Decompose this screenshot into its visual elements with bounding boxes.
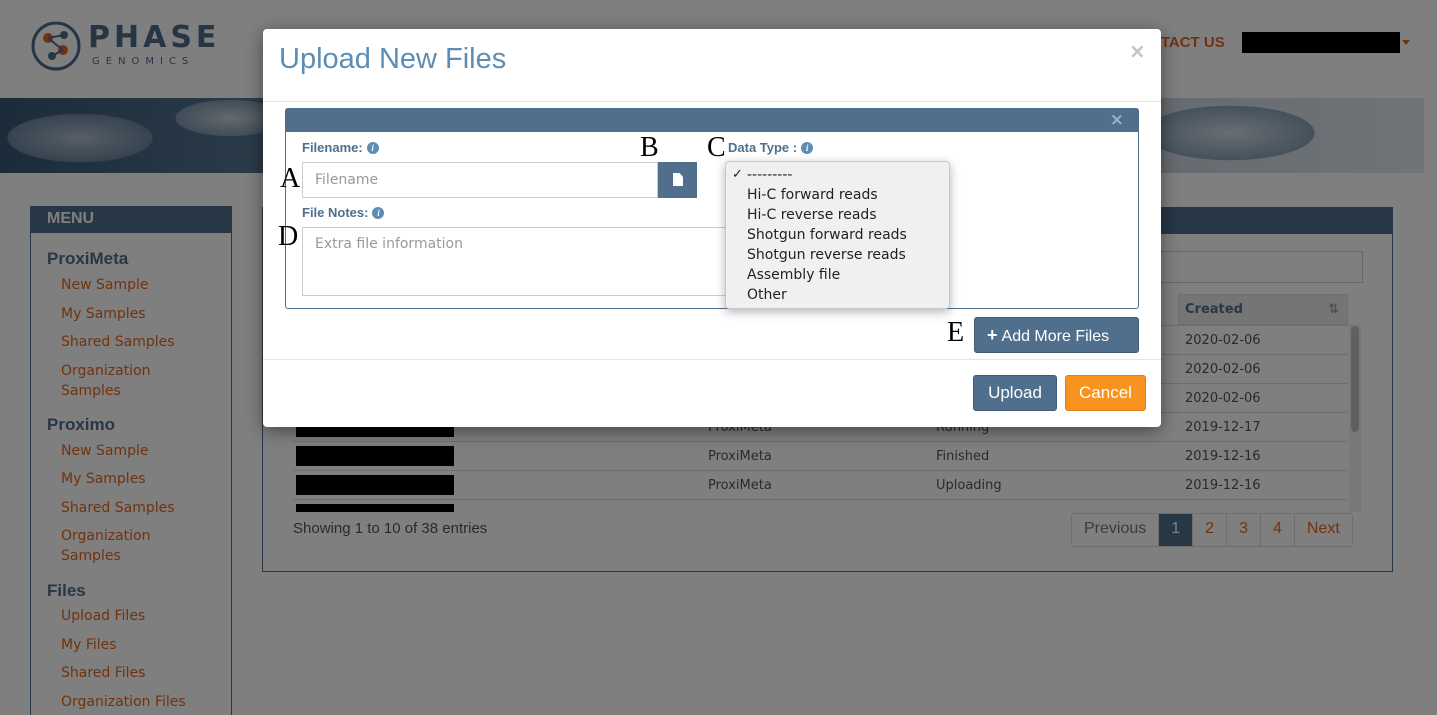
info-icon[interactable]: i xyxy=(366,142,379,154)
file-notes-textarea[interactable] xyxy=(302,227,742,296)
info-icon[interactable]: i xyxy=(801,142,814,154)
datatype-option-none[interactable]: ✓ --------- xyxy=(726,165,949,185)
remove-file-entry-icon[interactable]: × xyxy=(1110,110,1124,130)
annotation-letter-d: D xyxy=(278,221,299,252)
file-entry-header: × xyxy=(286,109,1138,132)
modal-footer-divider xyxy=(263,359,1161,360)
filename-label-text: Filename: xyxy=(302,140,363,155)
cancel-button[interactable]: Cancel xyxy=(1065,375,1146,411)
datatype-label: Data Type :i xyxy=(728,140,814,155)
file-notes-label-text: File Notes: xyxy=(302,205,369,220)
modal-header-divider xyxy=(263,101,1161,102)
annotation-letter-a: A xyxy=(280,163,301,194)
add-more-files-label: Add More Files xyxy=(1001,327,1110,345)
datatype-label-text: Data Type : xyxy=(728,140,798,155)
file-notes-label: File Notes: i xyxy=(302,205,385,220)
filename-input[interactable] xyxy=(302,162,658,198)
upload-files-modal: Upload New Files × × Filename:i Data Typ… xyxy=(263,29,1161,427)
modal-close-icon[interactable]: × xyxy=(1129,39,1146,63)
datatype-option-shotgun-forward[interactable]: Shotgun forward reads xyxy=(726,225,949,245)
upload-button[interactable]: Upload xyxy=(973,375,1057,411)
check-icon: ✓ xyxy=(732,167,743,182)
plus-icon: + xyxy=(987,324,998,345)
datatype-option-hic-forward[interactable]: Hi-C forward reads xyxy=(726,185,949,205)
annotation-letter-b: B xyxy=(640,132,659,163)
file-icon xyxy=(673,173,683,186)
add-more-files-button[interactable]: + Add More Files xyxy=(974,317,1139,353)
datatype-option-assembly[interactable]: Assembly file xyxy=(726,265,949,285)
datatype-option-shotgun-reverse[interactable]: Shotgun reverse reads xyxy=(726,245,949,265)
modal-title: Upload New Files xyxy=(279,43,507,75)
filename-label: Filename: i xyxy=(302,140,379,155)
annotation-letter-c: C xyxy=(707,132,726,163)
datatype-option-other[interactable]: Other xyxy=(726,285,949,305)
info-icon[interactable]: i xyxy=(372,207,385,219)
browse-file-button[interactable] xyxy=(658,162,697,198)
datatype-option-hic-reverse[interactable]: Hi-C reverse reads xyxy=(726,205,949,225)
annotation-letter-e: E xyxy=(947,317,965,348)
datatype-option-label: --------- xyxy=(747,167,793,183)
datatype-dropdown-list[interactable]: ✓ --------- Hi-C forward reads Hi-C rever… xyxy=(725,161,950,309)
